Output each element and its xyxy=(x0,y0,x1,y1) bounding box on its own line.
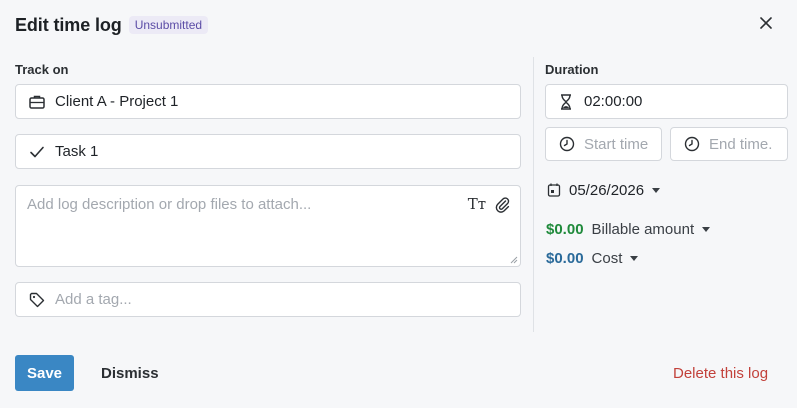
briefcase-icon xyxy=(28,93,46,111)
chevron-down-icon xyxy=(702,226,711,232)
tag-placeholder: Add a tag... xyxy=(55,291,132,308)
date-picker[interactable]: 05/26/2026 xyxy=(547,180,661,200)
duration-input[interactable]: 02:00:00 xyxy=(545,84,788,119)
duration-label: Duration xyxy=(545,62,599,77)
paperclip-icon[interactable] xyxy=(494,195,510,213)
project-select[interactable]: Client A - Project 1 xyxy=(15,84,521,119)
end-time-input[interactable]: End time. xyxy=(670,127,788,161)
save-button[interactable]: Save xyxy=(15,355,74,391)
billable-amount-row[interactable]: $0.00 Billable amount xyxy=(546,219,711,239)
status-badge: Unsubmitted xyxy=(128,16,209,34)
close-button[interactable] xyxy=(756,13,776,33)
task-value: Task 1 xyxy=(55,143,99,160)
duration-value: 02:00:00 xyxy=(584,93,643,110)
task-select[interactable]: Task 1 xyxy=(15,134,521,169)
start-time-placeholder: Start time xyxy=(584,135,649,153)
textarea-toolbar: Tт xyxy=(468,195,510,213)
project-value: Client A - Project 1 xyxy=(55,93,179,110)
chevron-down-icon xyxy=(630,255,639,261)
chevron-down-icon xyxy=(652,187,661,193)
calendar-icon xyxy=(547,183,561,197)
cost-label: Cost xyxy=(591,249,623,267)
description-textarea[interactable]: Add log description or drop files to att… xyxy=(15,185,521,267)
hourglass-icon xyxy=(559,93,573,111)
cost-value: $0.00 xyxy=(546,249,584,267)
track-on-label: Track on xyxy=(15,62,69,77)
text-format-icon[interactable]: Tт xyxy=(468,195,486,213)
start-time-input[interactable]: Start time xyxy=(545,127,662,161)
column-divider xyxy=(533,57,534,332)
resize-handle-icon[interactable] xyxy=(510,256,518,264)
tag-icon xyxy=(28,291,46,309)
clock-icon xyxy=(683,135,701,153)
clock-icon xyxy=(558,135,576,153)
end-time-placeholder: End time. xyxy=(709,135,773,153)
dialog-title: Edit time log xyxy=(15,14,122,35)
delete-log-button[interactable]: Delete this log xyxy=(673,355,768,391)
description-placeholder: Add log description or drop files to att… xyxy=(27,196,312,213)
tag-input[interactable]: Add a tag... xyxy=(15,282,521,317)
dialog-header: Edit time log Unsubmitted xyxy=(15,12,209,38)
billable-amount-value: $0.00 xyxy=(546,220,584,238)
checkmark-icon xyxy=(28,143,46,161)
date-value: 05/26/2026 xyxy=(569,181,645,199)
close-icon[interactable] xyxy=(756,13,776,33)
billable-amount-label: Billable amount xyxy=(591,220,695,238)
cost-row[interactable]: $0.00 Cost xyxy=(546,248,639,268)
dismiss-button[interactable]: Dismiss xyxy=(101,355,159,391)
